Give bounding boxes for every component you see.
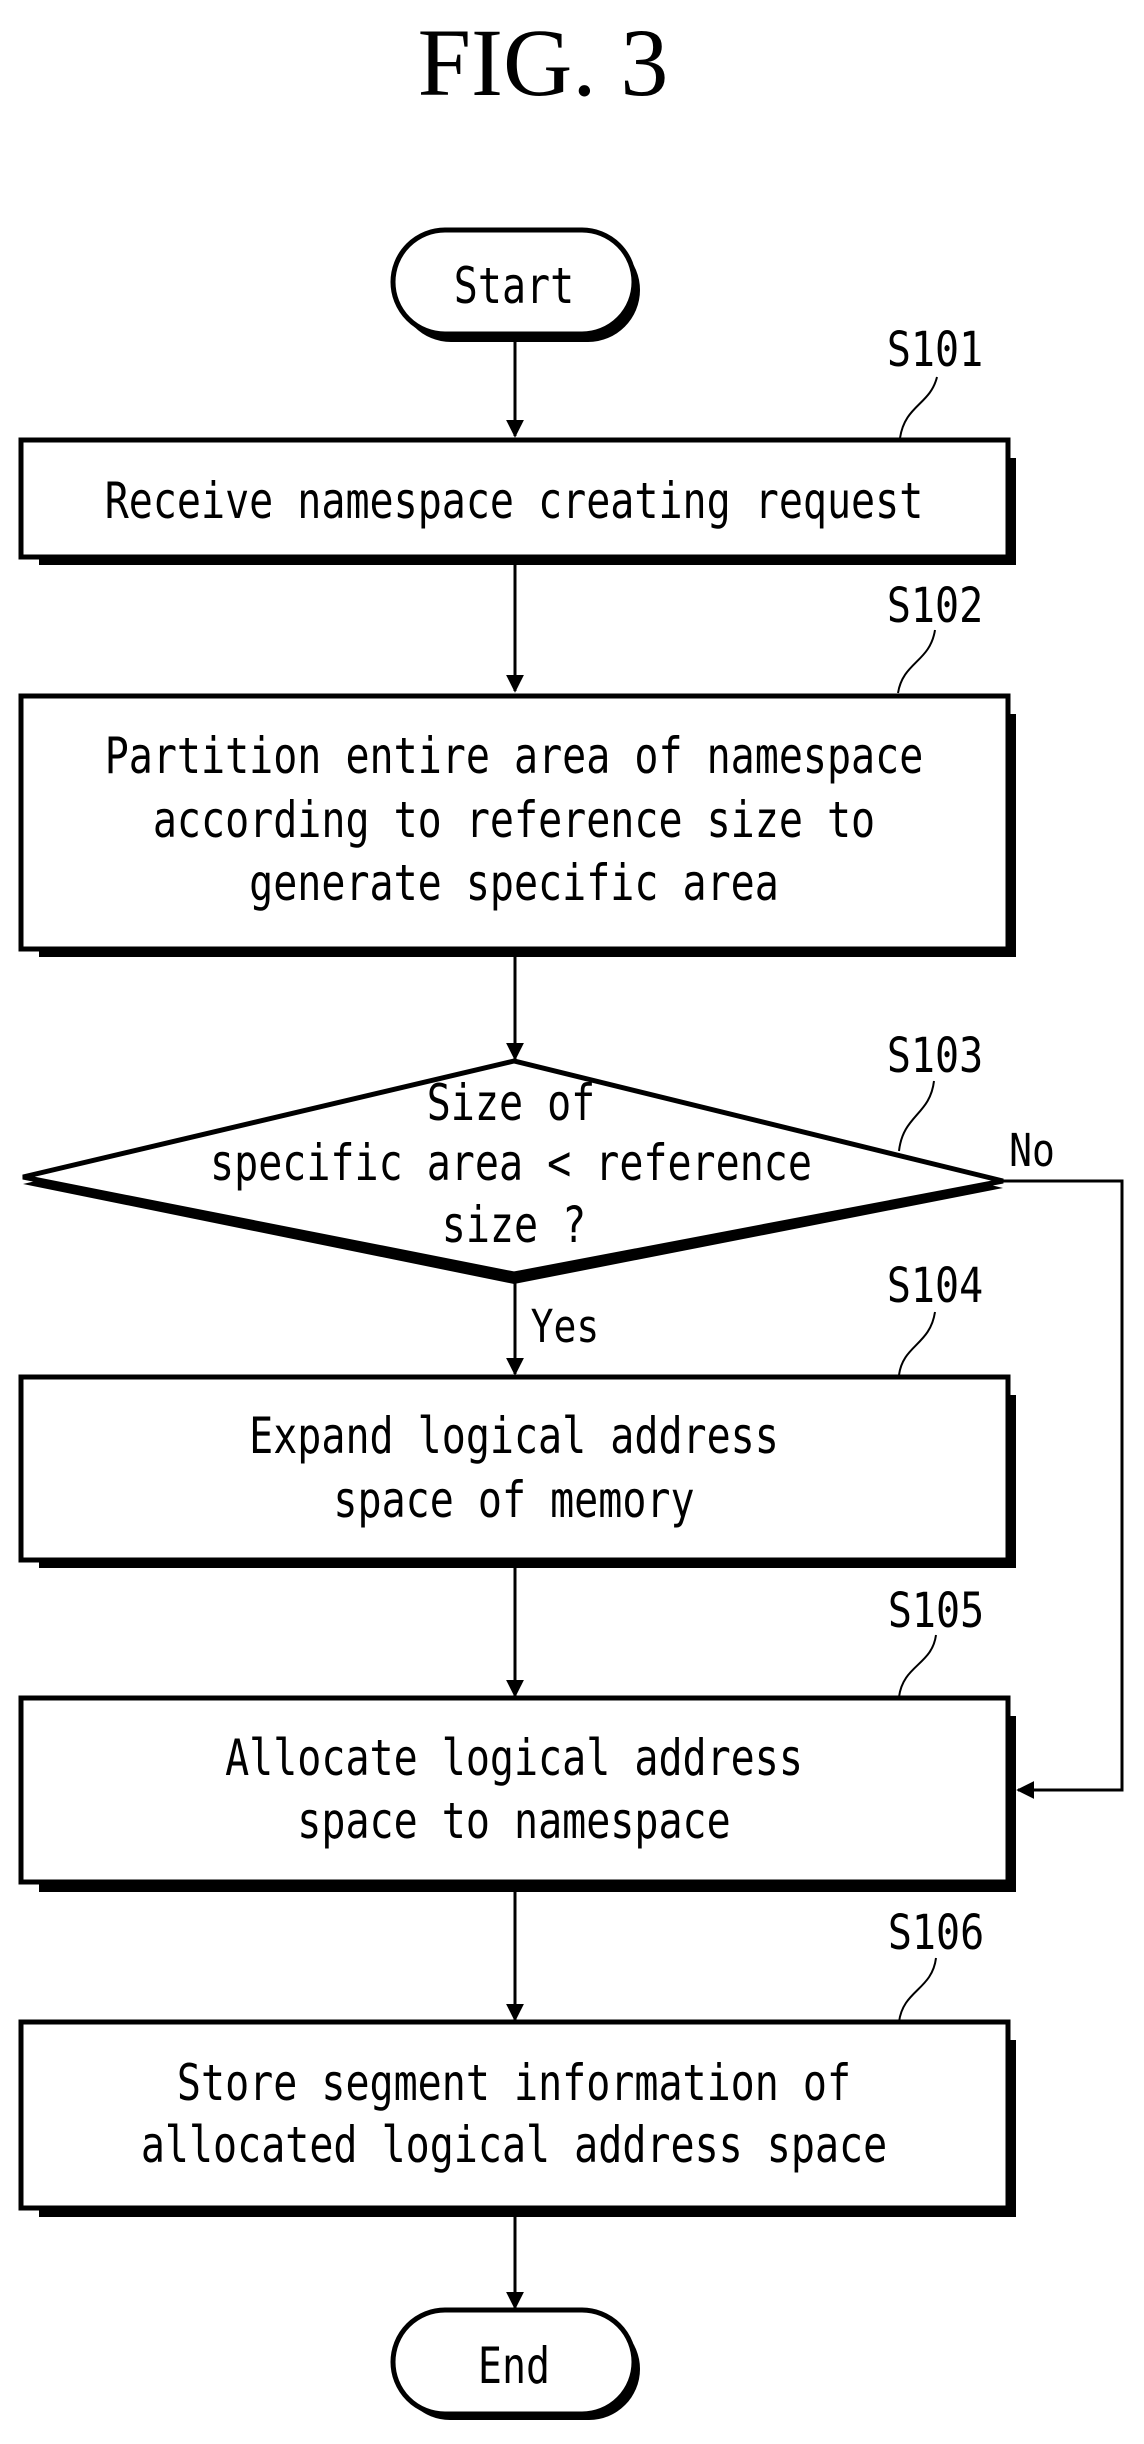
leader-s105 bbox=[898, 1634, 937, 1698]
step-text: space to namespace bbox=[297, 1792, 730, 1851]
decision-text: Size of bbox=[427, 1074, 596, 1133]
step-s102: Partition entire area of namespace accor… bbox=[18, 693, 1016, 957]
step-text: generate specific area bbox=[249, 854, 779, 913]
ref-label-s102: S102 bbox=[887, 579, 983, 634]
end-terminal: End bbox=[390, 2307, 640, 2420]
ref-label-s103: S103 bbox=[887, 1029, 983, 1084]
figure-title: FIG. 3 bbox=[418, 9, 669, 116]
step-text: according to reference size to bbox=[153, 791, 875, 850]
leader-s102 bbox=[897, 629, 936, 694]
step-s106: Store segment information of allocated l… bbox=[18, 2019, 1016, 2217]
start-terminal: Start bbox=[390, 227, 640, 342]
no-branch-label: No bbox=[1009, 1124, 1055, 1177]
step-text: allocated logical address space bbox=[141, 2116, 887, 2175]
ref-label-s104: S104 bbox=[887, 1259, 983, 1314]
decision-s103: Size of specific area < reference size ? bbox=[22, 1058, 1004, 1284]
flowchart: FIG. 3 Start Receive namespace creating … bbox=[18, 9, 1124, 2420]
leader-s104 bbox=[898, 1311, 936, 1376]
step-text: Allocate logical address bbox=[225, 1729, 803, 1788]
decision-text: specific area < reference bbox=[210, 1134, 812, 1193]
step-s104: Expand logical address space of memory bbox=[18, 1374, 1016, 1568]
step-s101: Receive namespace creating request bbox=[18, 437, 1016, 565]
ref-label-s105: S105 bbox=[888, 1584, 984, 1639]
yes-branch-label: Yes bbox=[531, 1300, 600, 1353]
step-s105: Allocate logical address space to namesp… bbox=[18, 1695, 1016, 1892]
ref-label-s106: S106 bbox=[888, 1906, 984, 1961]
leader-s106 bbox=[898, 1957, 937, 2023]
step-text: space of memory bbox=[333, 1471, 694, 1530]
leader-s101 bbox=[899, 376, 938, 439]
arrow-no-to-s105 bbox=[1003, 1179, 1124, 1799]
step-text: Expand logical address bbox=[249, 1407, 779, 1466]
ref-label-s101: S101 bbox=[887, 323, 983, 378]
end-label: End bbox=[478, 2337, 550, 2396]
leader-s103 bbox=[898, 1080, 935, 1152]
step-text: Partition entire area of namespace bbox=[105, 727, 924, 786]
step-text: Store segment information of bbox=[177, 2054, 851, 2113]
step-text: Receive namespace creating request bbox=[105, 472, 924, 531]
decision-text: size ? bbox=[442, 1196, 586, 1255]
start-label: Start bbox=[454, 257, 574, 316]
